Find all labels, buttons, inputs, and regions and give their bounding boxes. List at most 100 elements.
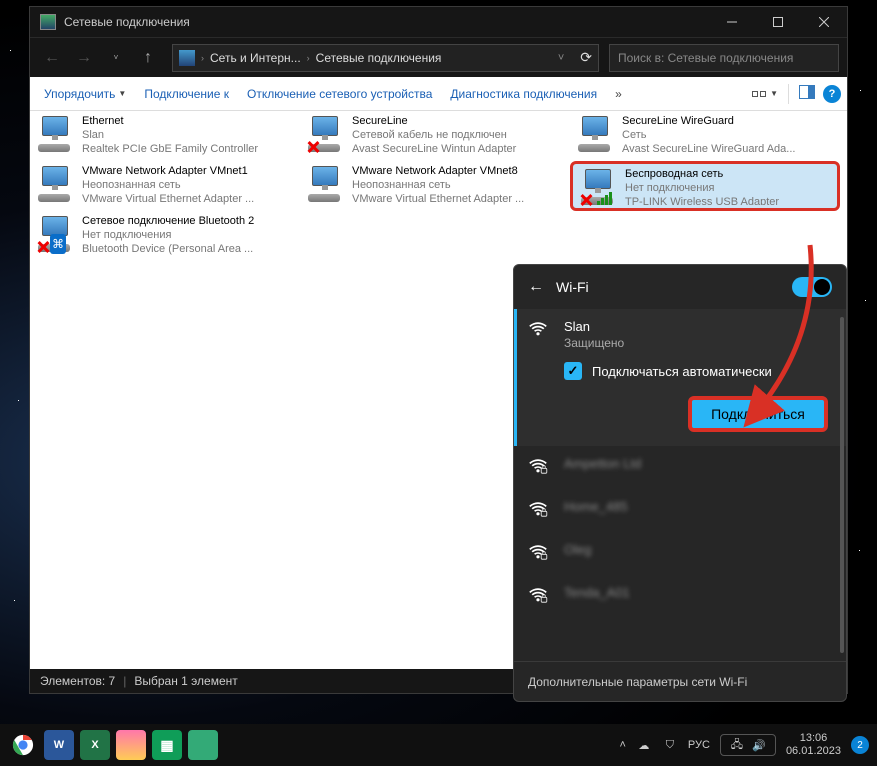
wifi-network-name: Home_485 [564,499,828,514]
wifi-signal-icon [528,542,550,565]
tray-language[interactable]: РУС [688,739,710,751]
wifi-signal-icon [528,456,550,479]
adapter-status: Неопознанная сеть [352,178,564,192]
adapter-item[interactable]: SecureLine WireGuardСетьAvast SecureLine… [570,111,840,161]
wifi-network-item[interactable]: Home_485 [514,489,846,532]
adapter-device: VMware Virtual Ethernet Adapter ... [352,192,564,206]
adapter-device: TP-LINK Wireless USB Adapter [625,195,831,205]
tray-onedrive-icon[interactable]: ☁ [636,737,652,753]
breadcrumb-current[interactable]: Сетевые подключения [316,51,442,65]
adapter-name: VMware Network Adapter VMnet1 [82,164,294,178]
nav-up-button[interactable]: ↑ [134,44,162,72]
disable-device-button[interactable]: Отключение сетевого устройства [239,83,440,105]
adapter-item[interactable]: VMware Network Adapter VMnet1Неопознанна… [30,161,300,211]
wifi-auto-connect[interactable]: ✓Подключаться автоматически [564,362,828,380]
wifi-connect-button[interactable]: Подключиться [688,396,828,432]
taskbar-chrome-icon[interactable] [8,730,38,760]
wifi-scrollbar[interactable] [840,317,844,653]
refresh-button[interactable]: ⟳ [580,49,592,66]
status-selected: Выбран 1 элемент [134,674,237,688]
diagnose-button[interactable]: Диагностика подключения [442,83,605,105]
more-commands-button[interactable]: » [607,83,630,105]
adapter-item[interactable]: SecureLineСетевой кабель не подключенAva… [300,111,570,161]
wifi-flyout: ← Wi-Fi SlanЗащищено✓Подключаться автома… [513,264,847,702]
adapter-name: Сетевое подключение Bluetooth 2 [82,214,294,228]
preview-pane-button[interactable] [799,85,815,102]
adapter-item[interactable]: ⌘ Сетевое подключение Bluetooth 2Нет подк… [30,211,300,261]
wifi-signal-icon [528,499,550,522]
adapter-status: Нет подключения [625,181,831,195]
wifi-toggle[interactable] [792,277,832,297]
navigation-bar: ← → ˅ ↑ › Сеть и Интерн... › Сетевые под… [30,37,847,77]
wifi-network-name: Tenda_A01 [564,585,828,600]
wifi-back-button[interactable]: ← [528,278,544,296]
adapter-status: Сеть [622,128,834,142]
tray-security-icon[interactable]: ⛉ [662,737,678,753]
tray-quick-actions[interactable]: 🖧 🔊 [720,734,776,756]
adapter-status: Неопознанная сеть [82,178,294,192]
tray-notifications[interactable]: 2 [851,736,869,754]
help-button[interactable]: ? [823,85,841,103]
taskbar-excel-icon[interactable]: X [80,730,110,760]
maximize-button[interactable] [755,7,801,37]
wifi-network-list: SlanЗащищено✓Подключаться автоматическиП… [514,309,846,661]
chevron-icon: › [307,53,310,63]
view-layout-button[interactable]: ▼ [752,89,778,98]
adapter-status: Нет подключения [82,228,294,242]
adapter-icon [36,114,76,154]
tray-clock[interactable]: 13:0606.01.2023 [786,732,841,758]
wifi-network-name: Oleg [564,542,828,557]
wifi-network-status: Защищено [564,336,828,350]
tray-volume-icon: 🔊 [751,737,767,753]
path-icon [179,50,195,66]
status-item-count: Элементов: 7 [40,674,115,688]
adapter-item[interactable]: VMware Network Adapter VMnet8Неопознанна… [300,161,570,211]
adapter-icon [579,167,619,207]
address-bar[interactable]: › Сеть и Интерн... › Сетевые подключения… [172,44,599,72]
wifi-network-item[interactable]: Oleg [514,532,846,575]
tray-chevron-icon[interactable]: ˄ [619,739,625,751]
wifi-network-item[interactable]: SlanЗащищено✓Подключаться автоматическиП… [514,309,846,446]
nav-forward-button[interactable]: → [70,44,98,72]
window-title: Сетевые подключения [64,15,190,29]
window-titlebar[interactable]: Сетевые подключения [30,7,847,37]
adapter-name: SecureLine WireGuard [622,114,834,128]
adapter-device: Avast SecureLine WireGuard Ada... [622,142,834,156]
adapter-name: VMware Network Adapter VMnet8 [352,164,564,178]
taskbar-word-icon[interactable]: W [44,730,74,760]
wifi-signal-icon [528,319,550,436]
adapter-item[interactable]: EthernetSlanRealtek PCIe GbE Family Cont… [30,111,300,161]
chevron-icon: › [201,53,204,63]
nav-recent-button[interactable]: ˅ [102,44,130,72]
adapter-status: Slan [82,128,294,142]
wifi-network-name: Ampetton Ltd [564,456,828,471]
taskbar-sheets-icon[interactable]: ▦ [152,730,182,760]
adapter-icon [576,114,616,154]
tray-network-icon: 🖧 [729,737,745,753]
adapter-icon [36,164,76,204]
close-button[interactable] [801,7,847,37]
command-toolbar: Упорядочить▼ Подключение к Отключение се… [30,77,847,111]
organize-button[interactable]: Упорядочить▼ [36,83,134,105]
wifi-network-item[interactable]: Ampetton Ltd [514,446,846,489]
taskbar[interactable]: W X ▦ ˄ ☁ ⛉ РУС 🖧 🔊 13:0606.01.2023 2 [0,724,877,766]
adapter-icon [306,114,346,154]
adapter-device: VMware Virtual Ethernet Adapter ... [82,192,294,206]
adapter-item[interactable]: Беспроводная сетьНет подключенияTP-LINK … [570,161,840,211]
breadcrumb-root[interactable]: Сеть и Интерн... [210,51,301,65]
wifi-network-item[interactable]: Tenda_A01 [514,575,846,618]
search-placeholder: Поиск в: Сетевые подключения [618,51,793,65]
wifi-signal-icon [528,585,550,608]
taskbar-app2-icon[interactable] [188,730,218,760]
adapter-icon [306,164,346,204]
dropdown-icon[interactable]: ˅ [558,52,564,64]
minimize-button[interactable] [709,7,755,37]
adapter-name: SecureLine [352,114,564,128]
nav-back-button[interactable]: ← [38,44,66,72]
connect-to-button[interactable]: Подключение к [136,83,237,105]
adapter-name: Беспроводная сеть [625,167,831,181]
adapter-icon: ⌘ [36,214,76,254]
search-input[interactable]: Поиск в: Сетевые подключения [609,44,839,72]
taskbar-app-icon[interactable] [116,730,146,760]
wifi-more-settings[interactable]: Дополнительные параметры сети Wi-Fi [514,661,846,701]
